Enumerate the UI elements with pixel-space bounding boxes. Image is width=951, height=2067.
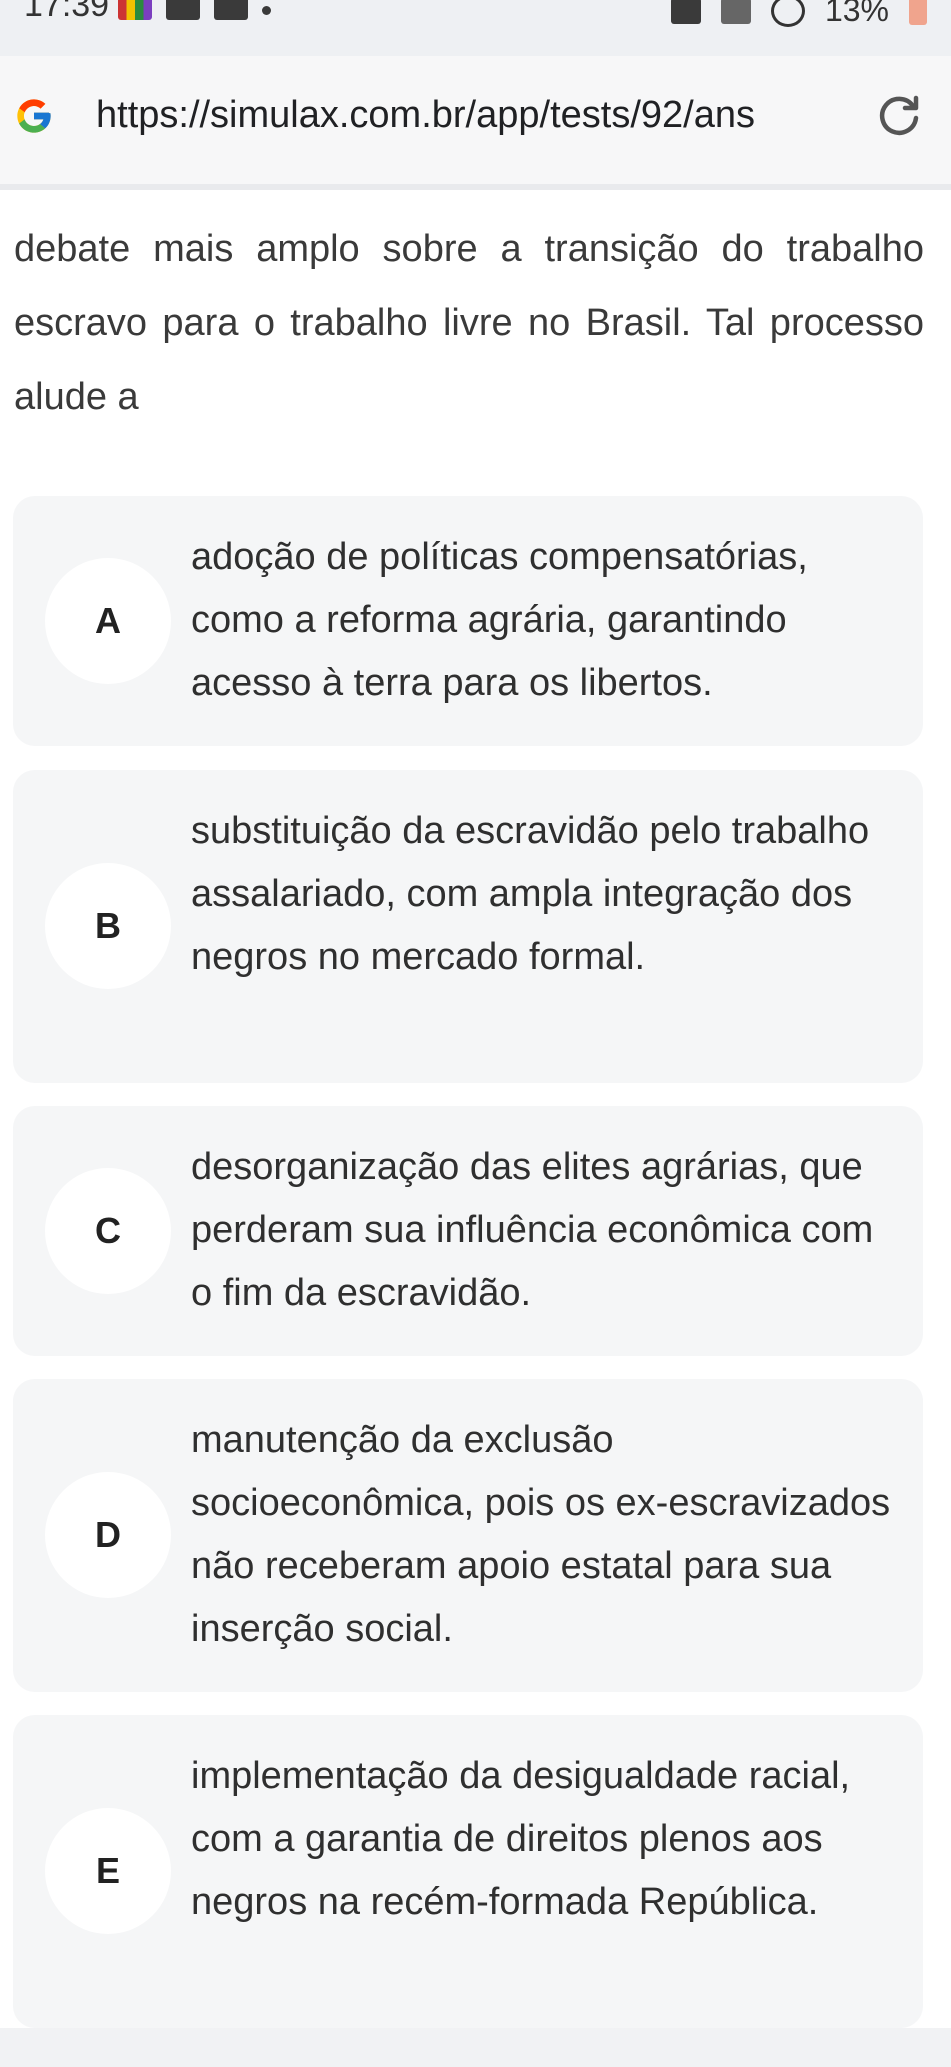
status-bar: 17:39 13% [0,0,951,56]
option-b[interactable]: B substituição da escravidão pelo trabal… [13,770,923,1083]
option-text: manutenção da exclusão socioeconômica, p… [191,1419,891,1650]
image-notification-icon [214,0,248,20]
battery-percentage: 13% [824,0,889,28]
status-notification-icons [118,0,271,20]
option-e[interactable]: E implementação da desigualdade racial, … [13,1715,923,2028]
question-page: debate mais amplo sobre a transição do t… [0,190,951,2067]
reload-icon[interactable] [875,92,923,140]
option-letter-badge: E [45,1808,171,1934]
more-notifications-icon [262,5,271,15]
address-bar[interactable]: https://simulax.com.br/app/tests/92/ans [96,94,831,137]
app-notification-icon [118,0,152,20]
do-not-disturb-icon [770,0,805,27]
bottom-shade [0,2028,951,2067]
option-text: substituição da escravidão pelo trabalho… [191,810,870,978]
question-text: debate mais amplo sobre a transição do t… [14,228,924,418]
browser-toolbar: https://simulax.com.br/app/tests/92/ans [0,56,951,184]
option-a[interactable]: A adoção de políticas compensatórias, co… [13,496,923,746]
option-text: desorganização das elites agrárias, que … [191,1146,874,1314]
status-time: 17:39 [24,0,110,24]
option-text: implementação da desigualdade racial, co… [191,1755,851,1923]
option-letter-badge: D [45,1472,171,1598]
option-letter-badge: C [45,1168,171,1294]
option-c[interactable]: C desorganização das elites agrárias, qu… [13,1106,923,1356]
wifi-icon [720,0,751,24]
option-letter-badge: A [45,558,171,684]
status-system-icons: 13% [670,0,927,29]
google-g-icon[interactable] [14,96,54,136]
mute-icon [670,0,701,24]
n-notification-icon [166,0,200,20]
option-text: adoção de políticas compensatórias, como… [191,536,808,704]
battery-icon [909,0,927,25]
option-d[interactable]: D manutenção da exclusão socioeconômica,… [13,1379,923,1692]
option-letter-badge: B [45,863,171,989]
